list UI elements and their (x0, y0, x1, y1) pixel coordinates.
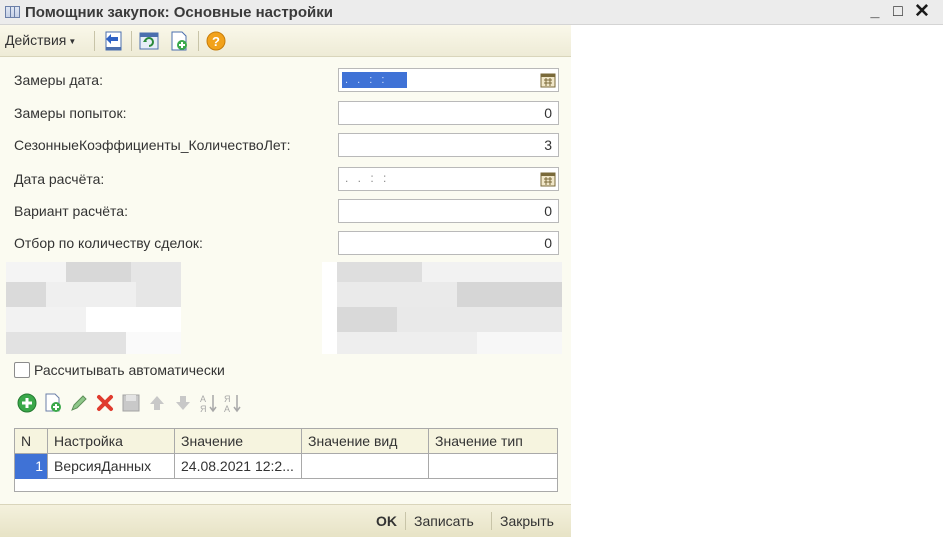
window-title: Помощник закупок: Основные настройки (25, 4, 333, 21)
form-footer: OK Записать Закрыть (0, 504, 571, 537)
chevron-down-icon: ▼ (68, 36, 77, 46)
deals-filter-field[interactable]: 0 (338, 231, 559, 255)
redacted-area-right (322, 262, 562, 354)
settings-table: N Настройка Значение Значение вид Значен… (14, 428, 558, 492)
help-icon[interactable]: ? (205, 30, 227, 52)
close-button[interactable]: Закрыть (500, 513, 554, 529)
sort-desc-icon[interactable]: ЯА (222, 392, 244, 414)
delete-icon[interactable] (94, 392, 116, 414)
minimize-button[interactable]: _ (865, 2, 885, 22)
refresh-icon[interactable] (138, 30, 160, 52)
calc-variant-value: 0 (544, 203, 552, 219)
seasonal-years-label: СезонныеКоэффициенты_КоличествоЛет: (14, 137, 291, 153)
measures-date-field[interactable]: . . : : (338, 68, 559, 92)
import-icon[interactable] (103, 30, 125, 52)
title-bar: Помощник закупок: Основные настройки _ □… (0, 0, 943, 25)
svg-text:Я: Я (224, 394, 231, 404)
redacted-area-left (6, 262, 181, 354)
value-cell[interactable]: 24.08.2021 12:2... (175, 454, 302, 479)
actions-menu-button[interactable]: Действия ▼ (5, 32, 76, 48)
svg-text:А: А (200, 394, 206, 404)
table-header: N Настройка Значение Значение вид Значен… (15, 429, 557, 454)
value-kind-cell[interactable] (302, 454, 429, 479)
add-icon[interactable] (16, 392, 38, 414)
edit-icon[interactable] (68, 392, 90, 414)
move-up-icon[interactable] (146, 392, 168, 414)
footer-divider (491, 512, 492, 530)
deals-filter-value: 0 (544, 235, 552, 251)
calc-date-label: Дата расчёта: (14, 171, 105, 187)
footer-divider (405, 512, 406, 530)
save-icon[interactable] (120, 392, 142, 414)
measures-attempts-field[interactable]: 0 (338, 101, 559, 125)
ok-button[interactable]: OK (376, 513, 397, 529)
maximize-button[interactable]: □ (888, 2, 908, 22)
table-row[interactable]: 1 ВерсияДанных 24.08.2021 12:2... (15, 454, 557, 479)
actions-menu-label: Действия (5, 32, 67, 48)
toolbar-divider (131, 31, 132, 51)
column-header-setting[interactable]: Настройка (48, 429, 175, 454)
move-down-icon[interactable] (172, 392, 194, 414)
column-header-value[interactable]: Значение (175, 429, 302, 454)
seasonal-years-field[interactable]: 3 (338, 133, 559, 157)
deals-filter-label: Отбор по количеству сделок: (14, 235, 203, 251)
auto-calc-label: Рассчитывать автоматически (34, 362, 225, 378)
svg-text:А: А (224, 404, 230, 414)
auto-calc-checkbox[interactable] (14, 362, 30, 378)
new-document-icon[interactable] (168, 30, 190, 52)
seasonal-years-value: 3 (544, 137, 552, 153)
toolbar-divider (94, 31, 95, 51)
row-number: 1 (15, 454, 48, 479)
setting-cell[interactable]: ВерсияДанных (48, 454, 175, 479)
measures-date-value: . . : : (342, 72, 407, 88)
svg-text:Я: Я (200, 404, 207, 414)
sort-asc-icon[interactable]: АЯ (198, 392, 220, 414)
column-header-value-kind[interactable]: Значение вид (302, 429, 429, 454)
calendar-icon[interactable] (540, 171, 556, 187)
measures-date-label: Замеры дата: (14, 72, 103, 88)
toolbar-divider (198, 31, 199, 51)
app-table-icon (5, 6, 20, 18)
save-button[interactable]: Записать (414, 513, 474, 529)
calc-date-value: . . : : (345, 171, 390, 185)
close-window-button[interactable]: ✕ (912, 2, 932, 22)
copy-icon[interactable] (42, 392, 64, 414)
column-header-n[interactable]: N (15, 429, 48, 454)
form-toolbar: Действия ▼ ? (0, 25, 571, 57)
measures-attempts-value: 0 (544, 105, 552, 121)
calc-variant-label: Вариант расчёта: (14, 203, 128, 219)
calc-variant-field[interactable]: 0 (338, 199, 559, 223)
settings-form: Действия ▼ ? Замеры дата: . . : : Замеры … (0, 25, 571, 537)
value-type-cell[interactable] (429, 454, 557, 479)
calc-date-field[interactable]: . . : : (338, 167, 559, 191)
calendar-icon[interactable] (540, 72, 556, 88)
column-header-value-type[interactable]: Значение тип (429, 429, 557, 454)
measures-attempts-label: Замеры попыток: (14, 105, 127, 121)
svg-text:?: ? (212, 34, 220, 49)
